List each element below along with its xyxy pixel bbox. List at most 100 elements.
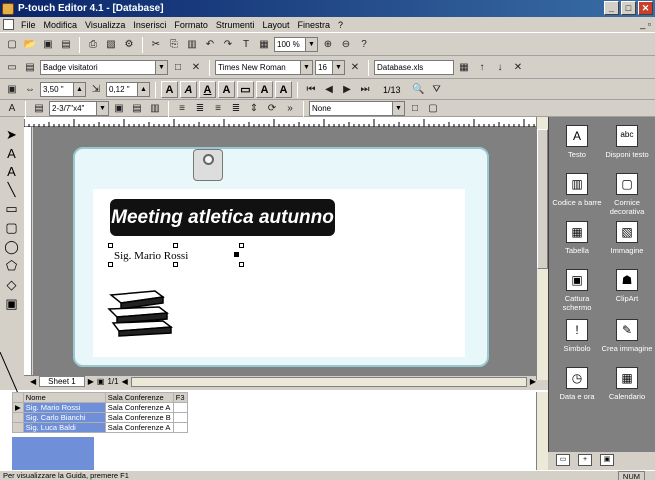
mdi-controls[interactable]: _ ▫: [640, 19, 651, 29]
rectangle-tool-icon[interactable]: ▭: [5, 201, 17, 217]
selection-handle[interactable]: [173, 262, 178, 267]
width-field[interactable]: 3,50 " ▲: [40, 82, 86, 97]
font-size-combo[interactable]: 16 ▼: [315, 60, 345, 75]
margin-icon[interactable]: ⇲: [88, 82, 104, 98]
close-button[interactable]: ✕: [638, 1, 653, 15]
justify-full-icon[interactable]: ≣: [228, 101, 244, 117]
vertical-text-tool-icon[interactable]: A: [7, 164, 16, 179]
tool-codice-a-barre[interactable]: ▥ Codice a barre: [551, 173, 603, 207]
sort-asc-icon[interactable]: ↑: [474, 60, 490, 76]
tool-immagine[interactable]: ▧ Immagine: [601, 221, 653, 255]
panel-view-icon[interactable]: ▭: [556, 454, 570, 466]
db-table-icon[interactable]: ▦: [456, 60, 472, 76]
close-font-icon[interactable]: ✕: [347, 60, 363, 76]
document-icon[interactable]: [3, 19, 14, 30]
layout-icon[interactable]: ▭: [4, 60, 20, 76]
tool-testo[interactable]: A Testo: [551, 125, 603, 159]
sheet-first-icon[interactable]: ◀: [30, 377, 36, 386]
database-scrollbar[interactable]: [536, 392, 548, 470]
cell[interactable]: Sig. Luca Baldi: [22, 422, 106, 433]
frame-icon[interactable]: □: [170, 60, 186, 76]
next-record-icon[interactable]: ▶: [339, 82, 355, 98]
outline-button[interactable]: A: [218, 81, 235, 98]
column-header[interactable]: Nome: [22, 392, 106, 403]
freeform-tool-icon[interactable]: ◇: [7, 277, 17, 293]
selection-handle[interactable]: [108, 262, 113, 267]
save-all-icon[interactable]: ▤: [58, 37, 74, 53]
text-icon[interactable]: T: [238, 37, 254, 53]
table-icon[interactable]: ▦: [256, 37, 272, 53]
prev-record-icon[interactable]: ◀: [321, 82, 337, 98]
menu-modifica[interactable]: Modifica: [40, 20, 82, 30]
cell[interactable]: Sala Conferenze B: [104, 412, 174, 423]
char-size-down-button[interactable]: A: [275, 81, 292, 98]
tool-calendario[interactable]: ▦ Calendario: [601, 367, 653, 401]
line-tool-icon[interactable]: ╲: [8, 182, 16, 198]
tape-icon[interactable]: ▣: [4, 82, 20, 98]
menu-file[interactable]: File: [17, 20, 40, 30]
char-size-up-button[interactable]: A: [256, 81, 273, 98]
sheet-next-icon[interactable]: ▶: [88, 377, 94, 386]
tape-combo[interactable]: 2-3/7"x4" ▼: [49, 101, 109, 116]
zoom-out-icon[interactable]: ⊖: [338, 37, 354, 53]
open-icon[interactable]: 📂: [22, 37, 38, 53]
selection-handle[interactable]: [234, 252, 239, 257]
italic-button[interactable]: A: [180, 81, 197, 98]
database-file[interactable]: Database.xls: [374, 60, 454, 75]
box-icon[interactable]: □: [407, 101, 423, 117]
cell[interactable]: Sig. Carlo Bianchi: [22, 412, 106, 423]
sort-desc-icon[interactable]: ↓: [492, 60, 508, 76]
heading-text[interactable]: Meeting atletica autunno: [110, 199, 335, 236]
label-canvas[interactable]: Meeting atletica autunno Sig. Mario Ross…: [33, 127, 536, 375]
text-tool-icon[interactable]: A: [7, 146, 16, 161]
add-page-icon[interactable]: ▣: [97, 377, 105, 386]
panel-add-icon[interactable]: +: [578, 454, 592, 466]
maximize-button[interactable]: □: [621, 1, 636, 15]
more-icon[interactable]: »: [282, 101, 298, 117]
cell[interactable]: [172, 412, 188, 423]
justify-center-icon[interactable]: ≣: [192, 101, 208, 117]
scroll-left-icon[interactable]: ◀: [122, 377, 128, 386]
menu-help[interactable]: ?: [334, 20, 347, 30]
selection-handle[interactable]: [108, 243, 113, 248]
selection-handle[interactable]: [173, 243, 178, 248]
preview-icon[interactable]: ▧: [103, 37, 119, 53]
print-setup-icon[interactable]: ⚙: [121, 37, 137, 53]
filter-icon[interactable]: ⛛: [429, 82, 445, 98]
margin-field[interactable]: 0,12 " ▲: [106, 82, 150, 97]
justify-right-icon[interactable]: ≡: [210, 101, 226, 117]
new-icon[interactable]: ▢: [4, 37, 20, 53]
minimize-button[interactable]: _: [604, 1, 619, 15]
menu-finestra[interactable]: Finestra: [293, 20, 334, 30]
ellipse-tool-icon[interactable]: ◯: [4, 239, 19, 255]
tool-cornice[interactable]: ▢ Cornice decorativa: [601, 173, 653, 216]
tool-disponi-testo[interactable]: ᵃᵇᶜ Disponi testo: [601, 125, 653, 159]
zoom-combo[interactable]: 100 % ▼: [274, 37, 318, 52]
none-combo[interactable]: None ▼: [309, 101, 405, 116]
table-row[interactable]: Sig. Carlo Bianchi Sala Conferenze B: [12, 412, 188, 423]
tool-tabella[interactable]: ▦ Tabella: [551, 221, 603, 255]
align-left-icon[interactable]: ▤: [129, 101, 145, 117]
cell[interactable]: Sala Conferenze A: [104, 422, 174, 433]
rounded-rect-tool-icon[interactable]: ▢: [5, 220, 17, 236]
print-icon[interactable]: ⎙: [85, 37, 101, 53]
save-icon[interactable]: ▣: [40, 37, 56, 53]
scroll-thumb[interactable]: [537, 129, 548, 269]
vertical-text-icon[interactable]: ⇕: [246, 101, 262, 117]
last-record-icon[interactable]: ⏭: [357, 82, 373, 98]
underline-button[interactable]: A: [199, 81, 216, 98]
sheet-tab[interactable]: Sheet 1: [39, 376, 85, 387]
close-template-icon[interactable]: ✕: [188, 60, 204, 76]
menu-layout[interactable]: Layout: [258, 20, 293, 30]
selection-handle[interactable]: [239, 243, 244, 248]
box2-icon[interactable]: ▢: [425, 101, 441, 117]
frame-tool-icon[interactable]: ▣: [5, 296, 17, 312]
tool-data-e-ora[interactable]: ◷ Data e ora: [551, 367, 603, 401]
first-record-icon[interactable]: ⏮: [303, 82, 319, 98]
table-row[interactable]: Sig. Luca Baldi Sala Conferenze A: [12, 422, 188, 433]
redo-icon[interactable]: ↷: [220, 37, 236, 53]
horizontal-scrollbar[interactable]: [130, 376, 527, 387]
copy-icon[interactable]: ⎘: [166, 37, 182, 53]
cell[interactable]: Sala Conferenze A: [104, 402, 174, 413]
column-header[interactable]: F3: [172, 392, 188, 403]
